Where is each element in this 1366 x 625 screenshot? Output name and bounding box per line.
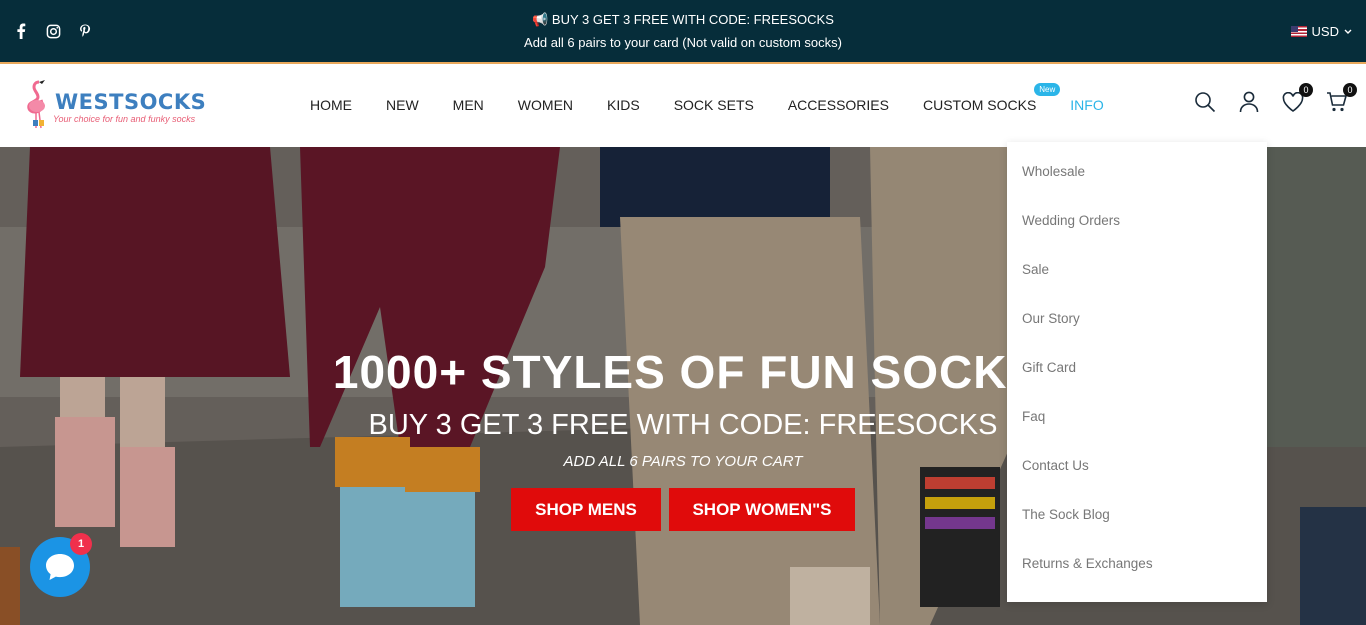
cart-count: 0 [1343, 83, 1357, 97]
account-icon[interactable] [1236, 89, 1262, 115]
menu-item-our-story[interactable]: Our Story [1007, 311, 1267, 360]
shop-mens-button[interactable]: SHOP MENS [511, 488, 661, 531]
new-badge: New [1034, 83, 1061, 96]
wishlist-count: 0 [1299, 83, 1313, 97]
header-actions: 0 0 [1192, 83, 1357, 115]
nav-men[interactable]: MEN [453, 97, 484, 113]
nav-accessories[interactable]: ACCESSORIES [788, 97, 889, 113]
nav-women[interactable]: WOMEN [518, 97, 573, 113]
menu-item-contact-us[interactable]: Contact Us [1007, 458, 1267, 507]
nav-info[interactable]: INFO [1070, 97, 1103, 113]
currency-label: USD [1311, 24, 1339, 39]
site-header: WESTSOCKS Your choice for fun and funky … [0, 66, 1366, 147]
site-logo[interactable]: WESTSOCKS Your choice for fun and funky … [25, 74, 210, 134]
menu-item-faq[interactable]: Faq [1007, 409, 1267, 458]
nav-custom-socks[interactable]: CUSTOM SOCKS New [922, 83, 1061, 113]
logo-wordmark: WESTSOCKS [55, 90, 207, 114]
currency-selector[interactable]: USD [1290, 24, 1352, 39]
info-dropdown-menu: Wholesale Wedding Orders Sale Our Story … [1007, 142, 1267, 602]
promo-headline: 📢 BUY 3 GET 3 FREE WITH CODE: FREESOCKS [532, 12, 834, 27]
wishlist-icon[interactable]: 0 [1280, 83, 1313, 115]
main-nav: HOME NEW MEN WOMEN KIDS SOCK SETS ACCESS… [310, 83, 1138, 113]
chat-bubble-icon [46, 554, 74, 580]
menu-item-wholesale[interactable]: Wholesale [1007, 164, 1267, 213]
chat-unread-badge: 1 [70, 533, 92, 555]
nav-kids[interactable]: KIDS [607, 97, 640, 113]
nav-sock-sets[interactable]: SOCK SETS [674, 97, 754, 113]
us-flag-icon [1290, 26, 1307, 37]
chevron-down-icon [1344, 29, 1352, 34]
search-icon[interactable] [1192, 89, 1218, 115]
menu-item-sock-blog[interactable]: The Sock Blog [1007, 507, 1267, 556]
menu-item-wedding-orders[interactable]: Wedding Orders [1007, 213, 1267, 262]
nav-custom-socks-label: CUSTOM SOCKS [922, 97, 1037, 113]
nav-new[interactable]: NEW [386, 97, 419, 113]
cart-icon[interactable]: 0 [1324, 83, 1357, 115]
announcement-bar: 📢 BUY 3 GET 3 FREE WITH CODE: FREESOCKS … [0, 0, 1366, 64]
shop-womens-button[interactable]: SHOP WOMEN"S [669, 488, 855, 531]
logo-tagline: Your choice for fun and funky socks [53, 114, 196, 124]
menu-item-returns[interactable]: Returns & Exchanges [1007, 556, 1267, 605]
nav-home[interactable]: HOME [310, 97, 352, 113]
menu-item-sale[interactable]: Sale [1007, 262, 1267, 311]
flamingo-logo-icon [27, 80, 45, 129]
menu-item-gift-card[interactable]: Gift Card [1007, 360, 1267, 409]
hero-ctas: SHOP MENS SHOP WOMEN"S [511, 488, 855, 531]
promo-subline: Add all 6 pairs to your card (Not valid … [524, 35, 842, 50]
